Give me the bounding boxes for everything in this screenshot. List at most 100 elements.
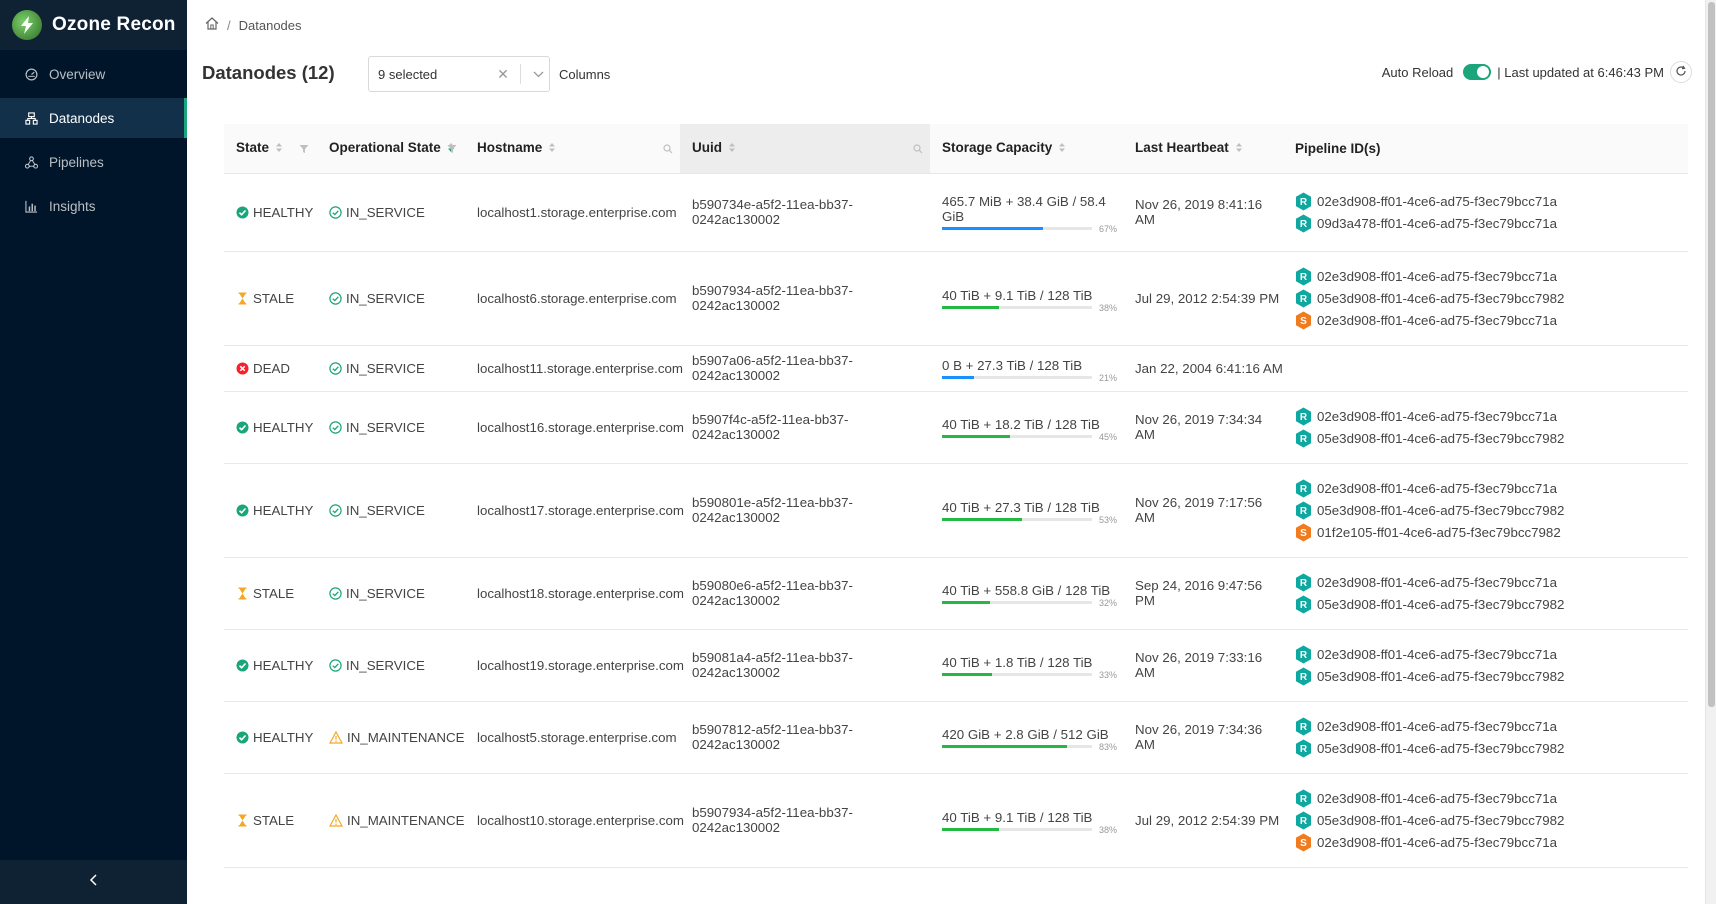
pipeline-item[interactable]: S 02e3d908-ff01-4ce6-ad75-f3ec79bcc71a bbox=[1295, 831, 1688, 853]
cell-uuid: b59080e6-a5f2-11ea-bb37-0242ac130002 bbox=[680, 557, 930, 630]
auto-reload-toggle[interactable] bbox=[1463, 64, 1492, 80]
sidebar-nav: Overview Datanodes Pipelines Insights bbox=[0, 54, 187, 226]
col-header-last-heartbeat[interactable]: Last Heartbeat bbox=[1123, 124, 1283, 174]
svg-text:R: R bbox=[1300, 794, 1308, 805]
state-text: HEALTHY bbox=[253, 729, 314, 745]
operational-state-text: IN_SERVICE bbox=[346, 502, 425, 518]
pipeline-item[interactable]: R 02e3d908-ff01-4ce6-ad75-f3ec79bcc71a bbox=[1295, 190, 1688, 212]
pipeline-item[interactable]: R 05e3d908-ff01-4ce6-ad75-f3ec79bcc7982 bbox=[1295, 427, 1688, 449]
cell-operational-state: IN_SERVICE bbox=[317, 345, 465, 392]
pipeline-item[interactable]: R 02e3d908-ff01-4ce6-ad75-f3ec79bcc71a bbox=[1295, 787, 1688, 809]
breadcrumb-current: Datanodes bbox=[238, 17, 302, 33]
col-header-uuid[interactable]: Uuid bbox=[680, 124, 930, 174]
cell-storage-capacity: 40 TiB + 9.1 TiB / 128 TiB 38% bbox=[930, 773, 1123, 868]
cell-last-heartbeat: Nov 26, 2019 8:41:16 AM bbox=[1123, 173, 1283, 252]
sort-icon[interactable] bbox=[728, 141, 736, 156]
search-icon[interactable] bbox=[913, 142, 923, 157]
cell-uuid: b5907812-a5f2-11ea-bb37-0242ac130002 bbox=[680, 701, 930, 774]
pipeline-item[interactable]: R 02e3d908-ff01-4ce6-ad75-f3ec79bcc71a bbox=[1295, 571, 1688, 593]
cell-state: STALE bbox=[224, 773, 317, 868]
col-header-hostname[interactable]: Hostname bbox=[465, 124, 680, 174]
state-text: HEALTHY bbox=[253, 419, 314, 435]
pipeline-item[interactable]: R 05e3d908-ff01-4ce6-ad75-f3ec79bcc7982 bbox=[1295, 665, 1688, 687]
sidebar-item-insights[interactable]: Insights bbox=[0, 186, 187, 226]
pipeline-id: 09d3a478-ff01-4ce6-ad75-f3ec79bcc71a bbox=[1317, 215, 1558, 231]
main-content: / Datanodes Datanodes (12) 9 selected ✕ … bbox=[187, 0, 1705, 904]
check-circle-icon bbox=[236, 659, 249, 672]
operational-state-text: IN_SERVICE bbox=[346, 290, 425, 306]
ratis-badge-icon: R bbox=[1295, 501, 1312, 520]
col-header-state[interactable]: State bbox=[224, 124, 317, 174]
pipeline-item[interactable]: R 02e3d908-ff01-4ce6-ad75-f3ec79bcc71a bbox=[1295, 715, 1688, 737]
sort-icon[interactable] bbox=[275, 141, 283, 156]
pipeline-item[interactable]: R 05e3d908-ff01-4ce6-ad75-f3ec79bcc7982 bbox=[1295, 499, 1688, 521]
pipeline-item[interactable]: R 02e3d908-ff01-4ce6-ad75-f3ec79bcc71a bbox=[1295, 405, 1688, 427]
pipeline-item[interactable]: S 02e3d908-ff01-4ce6-ad75-f3ec79bcc71a bbox=[1295, 309, 1688, 331]
filter-icon[interactable] bbox=[447, 142, 457, 157]
columns-select[interactable]: 9 selected ✕ bbox=[368, 56, 550, 92]
pipeline-item[interactable]: S 01f2e105-ff01-4ce6-ad75-f3ec79bcc7982 bbox=[1295, 521, 1688, 543]
pipeline-item[interactable]: R 02e3d908-ff01-4ce6-ad75-f3ec79bcc71a bbox=[1295, 477, 1688, 499]
cell-pipeline-ids: R 02e3d908-ff01-4ce6-ad75-f3ec79bcc71a R 05… bbox=[1283, 391, 1688, 464]
cell-pipeline-ids: R 02e3d908-ff01-4ce6-ad75-f3ec79bcc71a R 09… bbox=[1283, 173, 1688, 252]
pipeline-id: 02e3d908-ff01-4ce6-ad75-f3ec79bcc71a bbox=[1317, 193, 1558, 209]
svg-text:R: R bbox=[1300, 650, 1308, 661]
sidebar-item-overview[interactable]: Overview bbox=[0, 54, 187, 94]
sidebar-item-datanodes[interactable]: Datanodes bbox=[0, 98, 187, 138]
capacity-progress-fill bbox=[942, 600, 990, 604]
pipeline-item[interactable]: R 05e3d908-ff01-4ce6-ad75-f3ec79bcc7982 bbox=[1295, 737, 1688, 759]
table-row: STALE IN_SERVICE localhost18.storage.enter… bbox=[224, 557, 1688, 630]
col-header-storage-capacity[interactable]: Storage Capacity bbox=[930, 124, 1123, 174]
pipeline-item[interactable]: R 05e3d908-ff01-4ce6-ad75-f3ec79bcc7982 bbox=[1295, 809, 1688, 831]
capacity-text: 40 TiB + 27.3 TiB / 128 TiB bbox=[942, 499, 1100, 515]
sort-icon[interactable] bbox=[1058, 141, 1066, 156]
clear-icon[interactable]: ✕ bbox=[492, 66, 514, 83]
pipeline-id: 05e3d908-ff01-4ce6-ad75-f3ec79bcc7982 bbox=[1317, 596, 1565, 612]
cell-pipeline-ids bbox=[1283, 345, 1688, 392]
operational-state-text: IN_SERVICE bbox=[346, 204, 425, 220]
ratis-badge-icon: R bbox=[1295, 289, 1312, 308]
vertical-scrollbar[interactable] bbox=[1705, 0, 1716, 904]
filter-icon[interactable] bbox=[299, 142, 309, 157]
app-logo[interactable]: Ozone Recon bbox=[0, 0, 187, 50]
capacity-progress-bar: 38% bbox=[942, 825, 1117, 835]
ratis-badge-icon: R bbox=[1295, 573, 1312, 592]
cell-pipeline-ids: R 02e3d908-ff01-4ce6-ad75-f3ec79bcc71a R 05… bbox=[1283, 629, 1688, 702]
pipeline-item[interactable]: R 09d3a478-ff01-4ce6-ad75-f3ec79bcc71a bbox=[1295, 212, 1688, 234]
check-circle-icon bbox=[236, 504, 249, 517]
svg-text:R: R bbox=[1300, 294, 1308, 305]
pipeline-item[interactable]: R 05e3d908-ff01-4ce6-ad75-f3ec79bcc7982 bbox=[1295, 593, 1688, 615]
select-divider bbox=[520, 64, 521, 84]
chevron-down-icon[interactable] bbox=[527, 71, 549, 78]
table-row: HEALTHY IN_SERVICE localhost1.storage.ente… bbox=[224, 173, 1688, 252]
sidebar-collapse-button[interactable] bbox=[0, 860, 187, 904]
svg-text:R: R bbox=[1300, 434, 1308, 445]
cell-last-heartbeat: Nov 26, 2019 7:34:34 AM bbox=[1123, 391, 1283, 464]
cell-last-heartbeat: Jan 22, 2004 6:41:16 AM bbox=[1123, 345, 1283, 392]
home-icon[interactable] bbox=[205, 17, 219, 33]
close-circle-icon bbox=[236, 362, 249, 375]
cell-state: STALE bbox=[224, 251, 317, 346]
cell-storage-capacity: 40 TiB + 558.8 GiB / 128 TiB 32% bbox=[930, 557, 1123, 630]
sort-icon[interactable] bbox=[1235, 141, 1243, 156]
sort-icon[interactable] bbox=[548, 141, 556, 156]
deployment-unit-icon bbox=[24, 155, 38, 169]
svg-text:R: R bbox=[1300, 506, 1308, 517]
refresh-button[interactable] bbox=[1670, 61, 1692, 83]
col-header-operational-state[interactable]: Operational State bbox=[317, 124, 465, 174]
check-circle-icon bbox=[236, 421, 249, 434]
pipeline-item[interactable]: R 02e3d908-ff01-4ce6-ad75-f3ec79bcc71a bbox=[1295, 265, 1688, 287]
pipeline-item[interactable]: R 02e3d908-ff01-4ce6-ad75-f3ec79bcc71a bbox=[1295, 643, 1688, 665]
check-circle-outline-icon bbox=[329, 586, 342, 600]
cell-pipeline-ids: R 02e3d908-ff01-4ce6-ad75-f3ec79bcc71a R 05… bbox=[1283, 251, 1688, 346]
col-header-pipeline-ids[interactable]: Pipeline ID(s) bbox=[1283, 124, 1688, 174]
capacity-text: 40 TiB + 9.1 TiB / 128 TiB bbox=[942, 287, 1093, 303]
scrollbar-thumb[interactable] bbox=[1708, 2, 1715, 707]
pipeline-item[interactable]: R 05e3d908-ff01-4ce6-ad75-f3ec79bcc7982 bbox=[1295, 287, 1688, 309]
state-text: HEALTHY bbox=[253, 502, 314, 518]
check-circle-outline-icon bbox=[329, 420, 342, 434]
sidebar-item-pipelines[interactable]: Pipelines bbox=[0, 142, 187, 182]
search-icon[interactable] bbox=[663, 142, 673, 157]
capacity-progress-fill bbox=[942, 375, 974, 379]
table-body: HEALTHY IN_SERVICE localhost1.storage.ente… bbox=[224, 173, 1688, 868]
